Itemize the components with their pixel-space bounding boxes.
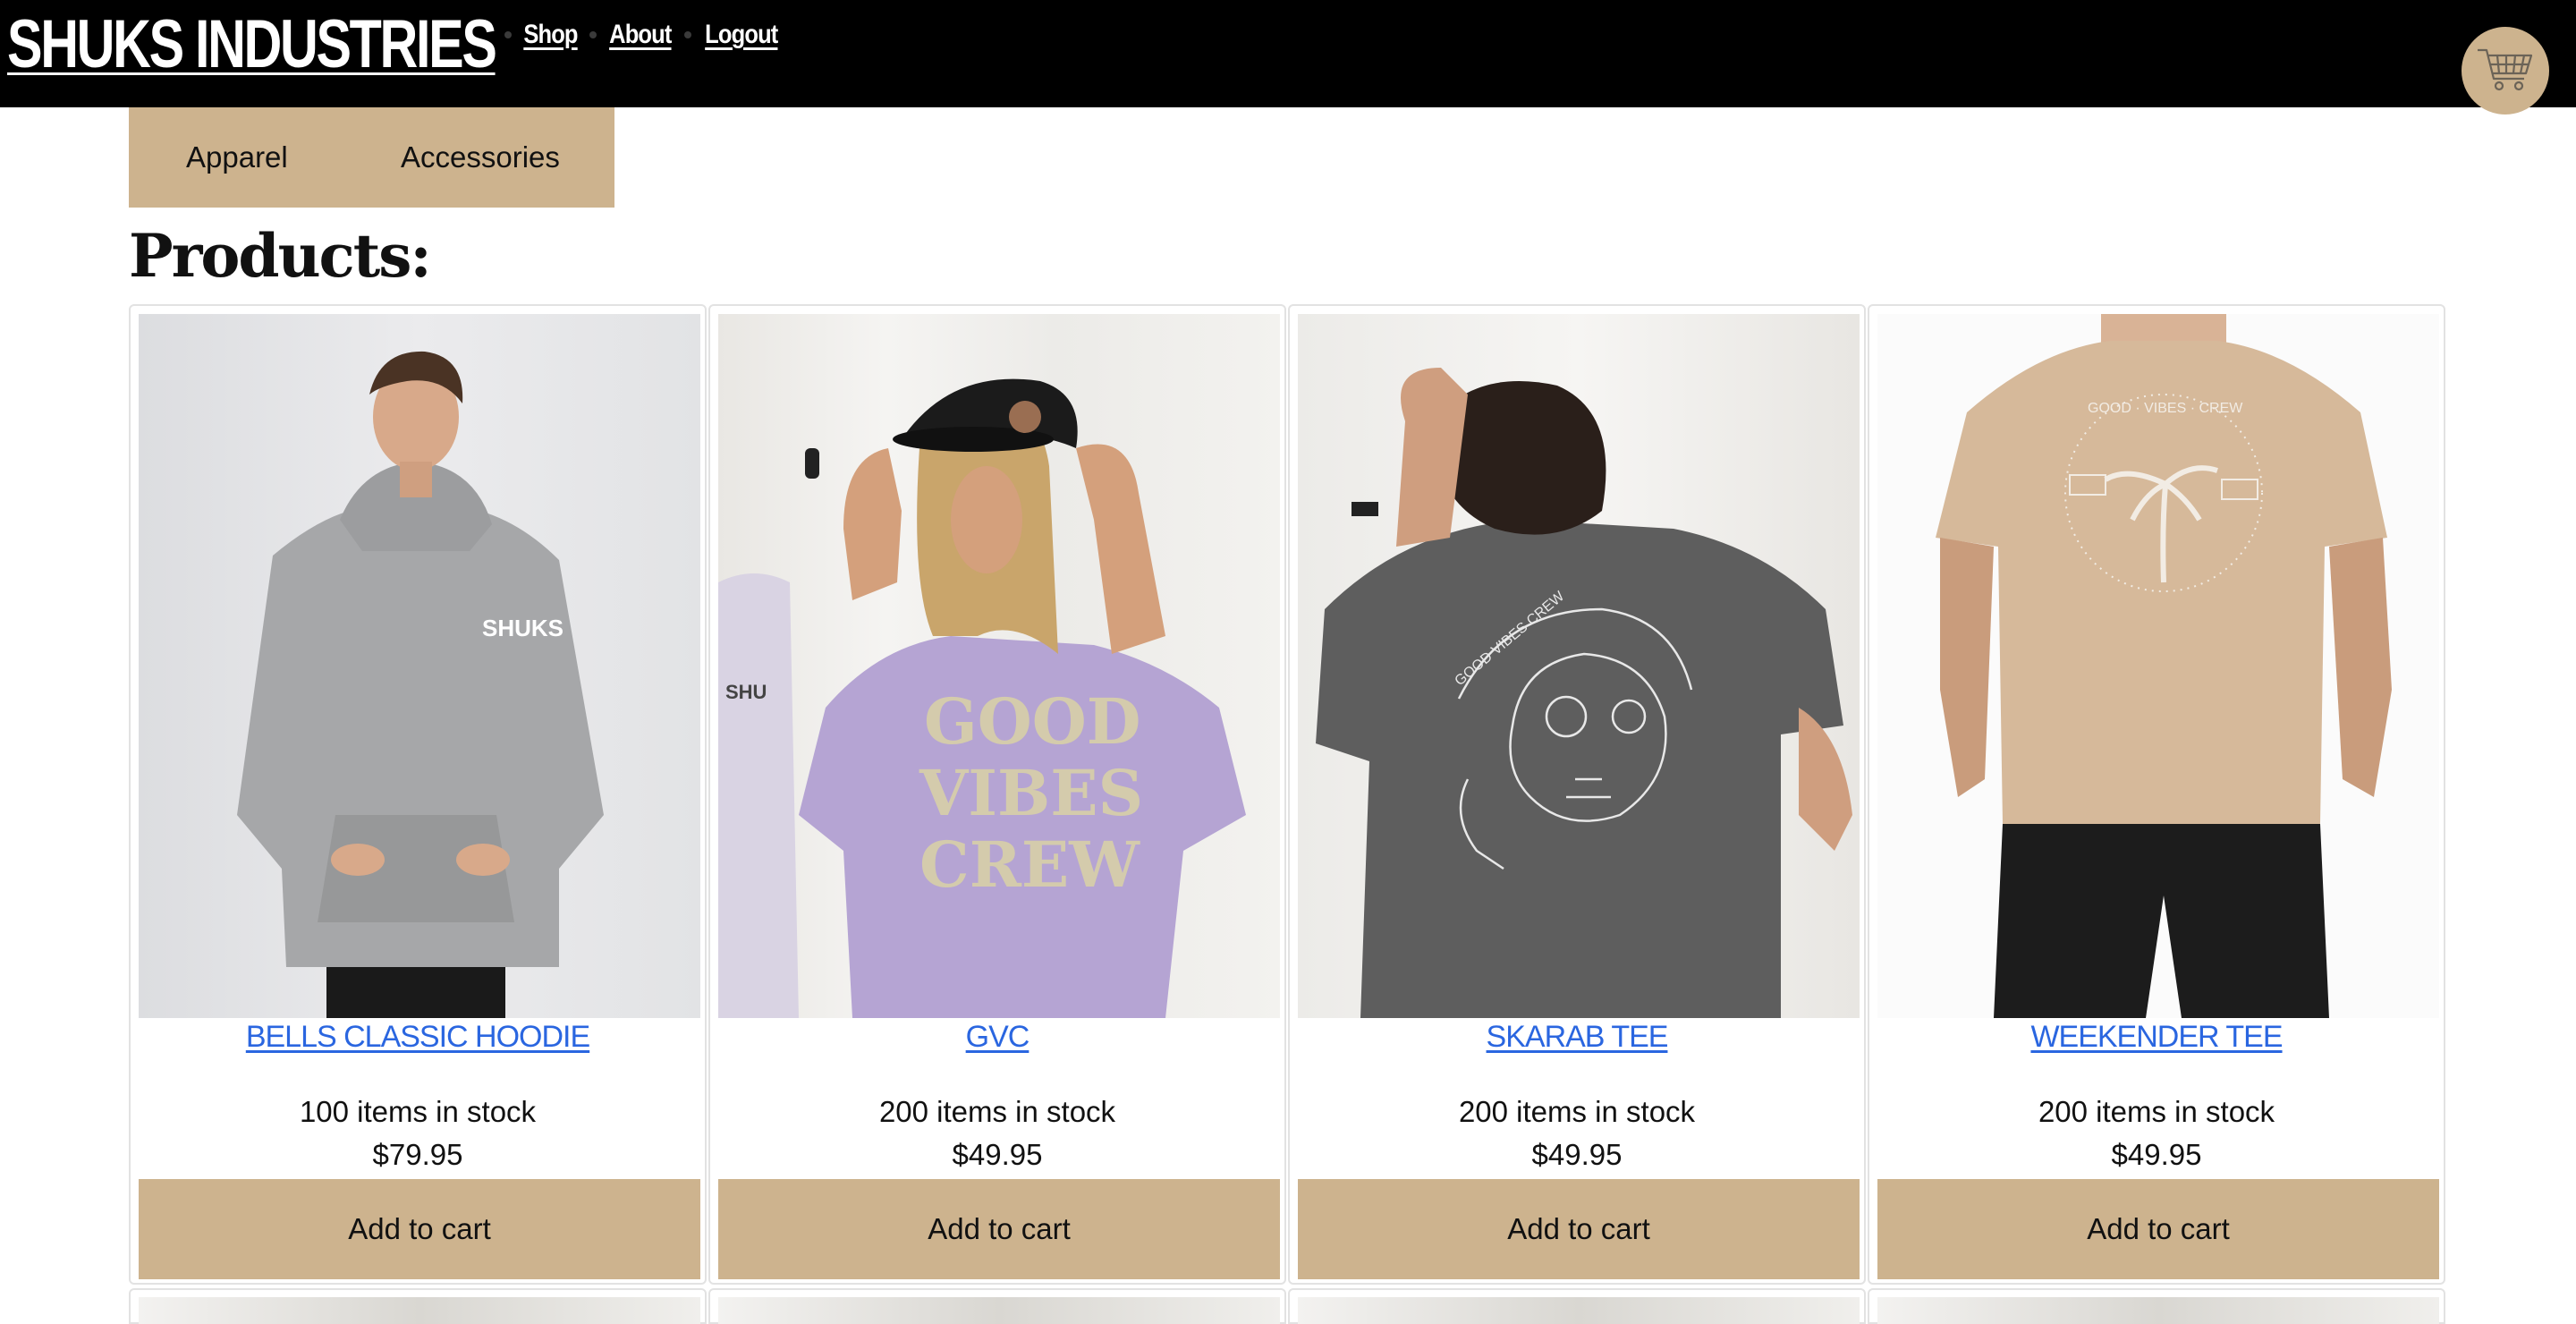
svg-text:GOOD: GOOD — [924, 684, 1140, 759]
product-card-partial — [708, 1288, 1286, 1324]
product-stock: 200 items in stock — [2038, 1095, 2275, 1128]
product-stock: 200 items in stock — [878, 1095, 1116, 1128]
category-accessories[interactable]: Accessories — [401, 140, 560, 174]
product-title-link[interactable]: SKARAB TEE — [1290, 1020, 1864, 1055]
svg-text:CREW: CREW — [919, 828, 1140, 902]
nav-bullet — [589, 31, 597, 38]
product-title-link[interactable]: WEEKENDER TEE — [1869, 1020, 2444, 1055]
cart-button[interactable] — [2462, 27, 2549, 115]
shopping-cart-icon — [2478, 48, 2533, 91]
product-image[interactable]: SHU GOOD VIBES CREW — [718, 314, 1280, 1018]
product-card: SHUKS BELLS CLASSIC HOODIE 100 items in … — [129, 304, 707, 1285]
product-card: SHU GOOD VIBES CREW GVC 200 items in sto… — [708, 304, 1286, 1285]
product-image[interactable]: GOOD · VIBES · CREW — [1877, 314, 2439, 1018]
svg-text:GOOD · VIBES · CREW: GOOD · VIBES · CREW — [2088, 401, 2243, 416]
product-card-partial — [1868, 1288, 2445, 1324]
nav-link-logout[interactable]: Logout — [705, 20, 778, 50]
add-to-cart-button[interactable]: Add to cart — [1298, 1179, 1860, 1279]
product-card: GOOD · VIBES · CREW WEEKENDER TEE 200 it… — [1868, 304, 2445, 1285]
product-price: $49.95 — [952, 1138, 1043, 1171]
product-image[interactable]: SHUKS — [139, 314, 700, 1018]
add-to-cart-button[interactable]: Add to cart — [139, 1179, 700, 1279]
category-bar: Apparel Accessories — [129, 107, 614, 208]
svg-text:SHU: SHU — [725, 681, 767, 703]
navbar: SHUKS INDUSTRIES Shop About Logout — [0, 0, 2576, 115]
nav-bullet — [504, 31, 512, 38]
product-title-link[interactable]: BELLS CLASSIC HOODIE — [131, 1020, 705, 1055]
nav-link-shop[interactable]: Shop — [523, 20, 578, 50]
product-card-partial — [1288, 1288, 1866, 1324]
product-stock: 200 items in stock — [1458, 1095, 1696, 1128]
nav-link-about[interactable]: About — [609, 20, 672, 50]
nav-links: Shop About Logout — [497, 20, 784, 50]
product-image[interactable]: GOOD VIBES CREW — [1298, 314, 1860, 1018]
product-stock: 100 items in stock — [299, 1095, 537, 1128]
page-title: Products: — [129, 221, 432, 291]
product-price: $79.95 — [372, 1138, 463, 1171]
product-price: $49.95 — [2111, 1138, 2202, 1171]
add-to-cart-button[interactable]: Add to cart — [1877, 1179, 2439, 1279]
product-card-partial — [129, 1288, 707, 1324]
svg-text:SHUKS: SHUKS — [482, 615, 564, 641]
brand-logo-link[interactable]: SHUKS INDUSTRIES — [7, 2, 497, 88]
add-to-cart-button[interactable]: Add to cart — [718, 1179, 1280, 1279]
product-title-link[interactable]: GVC — [710, 1020, 1284, 1055]
product-card: GOOD VIBES CREW SKARAB TEE 200 items in … — [1288, 304, 1866, 1285]
svg-text:VIBES: VIBES — [919, 756, 1143, 830]
category-apparel[interactable]: Apparel — [186, 140, 288, 174]
product-price: $49.95 — [1531, 1138, 1623, 1171]
nav-bullet — [683, 31, 691, 38]
